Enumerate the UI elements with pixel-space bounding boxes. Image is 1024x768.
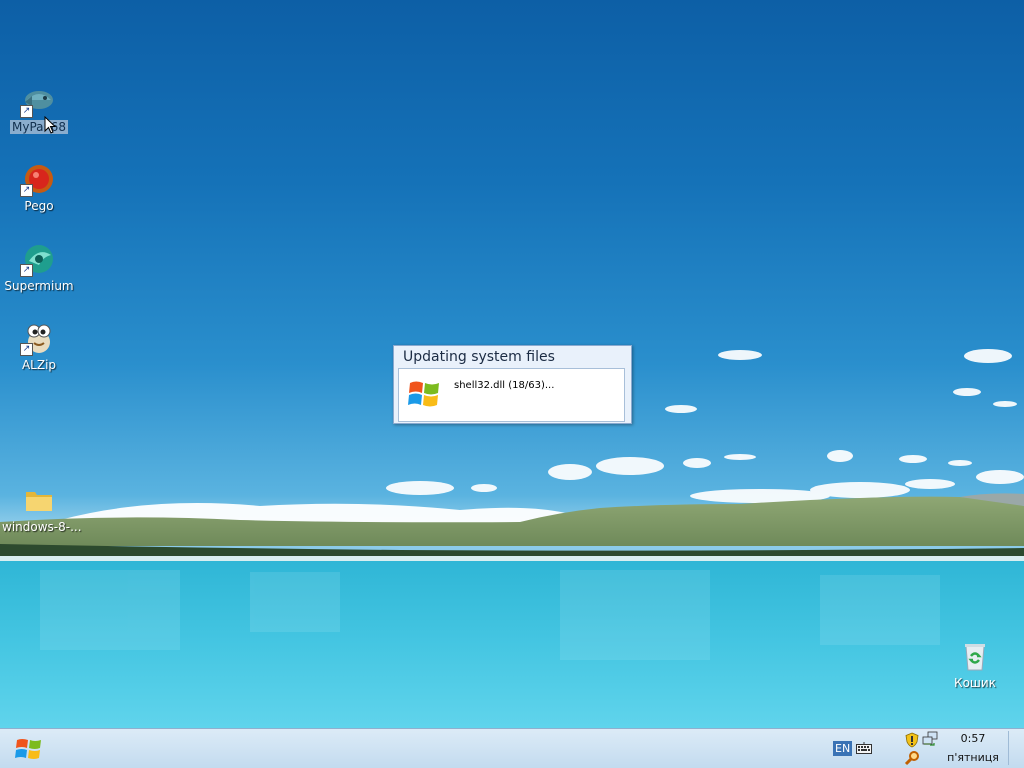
folder-icon [23, 484, 55, 516]
pego-icon: ↗ [20, 163, 55, 197]
desktop-icon-label: windows-8-... [2, 520, 82, 534]
dialog-title: Updating system files [403, 349, 555, 365]
shortcut-arrow-icon: ↗ [20, 343, 33, 356]
desktop-icon-mypal[interactable]: ↗ MyPal 68 [0, 84, 78, 135]
desktop-icon-label: MyPal 68 [10, 120, 68, 134]
shortcut-arrow-icon: ↗ [20, 105, 33, 118]
alzip-icon: ↗ [20, 322, 55, 356]
desktop-icon-label: Кошик [954, 676, 996, 690]
desktop-icon-label: Supermium [4, 279, 74, 293]
desktop-icon-pego[interactable]: ↗ Pego [0, 163, 78, 214]
recycle-bin-icon [959, 640, 991, 672]
network-icon[interactable] [922, 731, 938, 747]
clock-day[interactable]: п'ятниця [944, 751, 1002, 764]
dialog-body: shell32.dll (18/63)... [398, 368, 625, 422]
windows-logo-icon [408, 381, 439, 407]
desktop-icon-recycle-bin[interactable]: Кошик [936, 640, 1014, 691]
language-indicator[interactable]: EN [833, 741, 853, 756]
desktop-icon-windows-folder[interactable]: windows-8-... [0, 484, 82, 535]
desktop-icon-label: Pego [24, 199, 54, 213]
windows-logo-icon [15, 739, 41, 759]
desktop-icon-supermium[interactable]: ↗ Supermium [0, 243, 78, 294]
shortcut-arrow-icon: ↗ [20, 264, 33, 277]
desktop-icon-alzip[interactable]: ↗ ALZip [0, 322, 78, 373]
desktop[interactable]: ↗ MyPal 68 ↗ Pego ↗ Supermium ↗ ALZip wi… [0, 0, 1024, 728]
taskbar: EN 0:57 п'ятниця [0, 728, 1024, 768]
supermium-browser-icon: ↗ [20, 243, 55, 277]
mypal-browser-icon: ↗ [20, 84, 55, 118]
dialog-status-text: shell32.dll (18/63)... [454, 380, 555, 391]
start-button[interactable] [14, 735, 44, 763]
shortcut-arrow-icon: ↗ [20, 184, 33, 197]
desktop-icon-label: ALZip [21, 358, 57, 372]
keyboard-icon[interactable] [856, 742, 872, 754]
update-progress-dialog: Updating system files shell32.dll (18/63… [393, 345, 632, 424]
mouse-cursor-icon [44, 116, 56, 134]
clock-time[interactable]: 0:57 [944, 732, 1002, 745]
search-icon[interactable] [904, 750, 920, 766]
show-desktop-button[interactable] [1008, 731, 1022, 765]
security-shield-icon[interactable] [904, 732, 920, 748]
